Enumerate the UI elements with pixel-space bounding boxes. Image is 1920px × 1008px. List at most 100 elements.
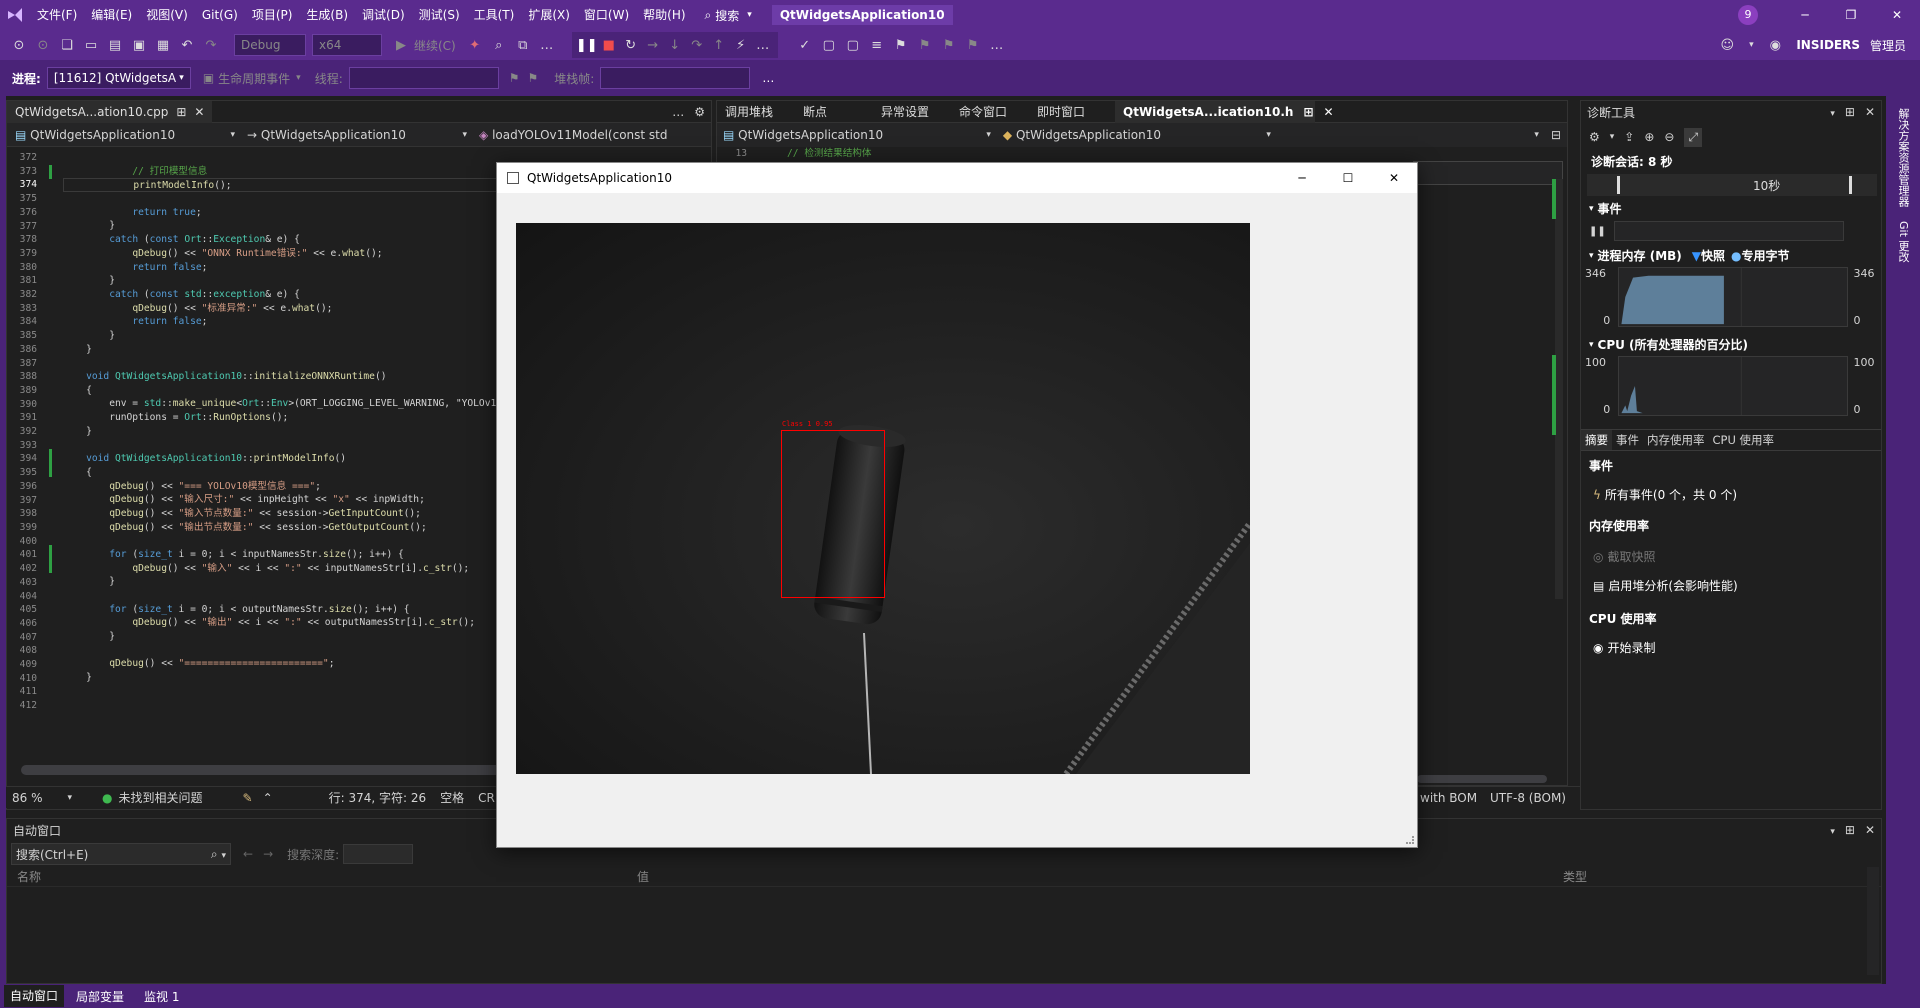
resize-grip[interactable] xyxy=(1406,836,1414,844)
tab-cpp-file[interactable]: QtWidgetsA...ation10.cpp ⊞ ✕ xyxy=(7,100,213,123)
menu-item[interactable]: 文件(F) xyxy=(30,0,84,30)
pin-icon[interactable]: ⊞ xyxy=(176,101,186,123)
memory-header[interactable]: ▾ 进程内存 (MB) ▼ 快照 ● 专用字节 xyxy=(1581,241,1881,266)
autos-vscroll[interactable] xyxy=(1867,867,1879,975)
bottom-tab-watch[interactable]: 监视 1 xyxy=(136,988,187,1005)
minimize-icon[interactable]: ─ xyxy=(1782,8,1828,22)
chevron-up-icon[interactable]: ⌃ xyxy=(263,791,273,805)
forward-icon[interactable]: ⊙ xyxy=(32,34,54,56)
nav-project-dropdown[interactable]: ▤ QtWidgetsApplication10 ▾ xyxy=(11,128,239,142)
indent-icon[interactable]: ≡ xyxy=(866,34,888,56)
show-next-icon[interactable]: → xyxy=(642,34,664,56)
prev-bookmark-icon[interactable]: ⚑ xyxy=(914,34,936,56)
side-tab-solution-explorer[interactable]: 解决方案资源管理器 xyxy=(1895,108,1911,207)
notification-badge[interactable]: 9 xyxy=(1738,5,1758,25)
cpu-chart[interactable] xyxy=(1618,356,1848,416)
line-col-label[interactable]: 行: 374, 字符: 26 xyxy=(329,789,427,806)
chevron-down-icon[interactable]: ▾ xyxy=(1830,109,1835,119)
search-box[interactable]: ⌕ 搜索 ▾ xyxy=(699,4,758,26)
pin-icon[interactable]: ⊞ xyxy=(1845,823,1855,837)
step-out-icon[interactable]: ↑ xyxy=(708,34,730,56)
more-icon[interactable]: … xyxy=(672,105,684,119)
new-project-icon[interactable]: ❏ xyxy=(56,34,78,56)
more-3-icon[interactable]: … xyxy=(986,34,1008,56)
menu-item[interactable]: 编辑(E) xyxy=(84,0,139,30)
gear-icon[interactable]: ⚙ xyxy=(1589,130,1600,144)
redo-icon[interactable]: ↷ xyxy=(200,34,222,56)
menu-item[interactable]: 帮助(H) xyxy=(636,0,692,30)
process-dropdown[interactable]: [11612] QtWidgetsA ▾ xyxy=(46,67,191,89)
right-nav-project-dropdown[interactable]: ▤ QtWidgetsApplication10 ▾ xyxy=(723,128,991,142)
vs-logo-icon[interactable] xyxy=(0,0,30,30)
right-tab[interactable]: 异常设置 xyxy=(873,101,951,123)
menu-item[interactable]: 窗口(W) xyxy=(577,0,636,30)
chevron-down-icon[interactable]: ▾ xyxy=(1830,827,1835,837)
stop-icon[interactable]: ■ xyxy=(598,34,620,56)
chevron-down-icon[interactable]: ▾ xyxy=(1610,132,1615,142)
cpu-header[interactable]: ▾ CPU (所有处理器的百分比) xyxy=(1581,328,1881,355)
right-tab[interactable]: 断点 xyxy=(795,101,873,123)
flag-icon[interactable]: ⚑ xyxy=(509,71,520,85)
uncomment-icon[interactable]: ▢ xyxy=(842,34,864,56)
memory-chart[interactable] xyxy=(1618,267,1848,327)
all-events-link[interactable]: ϟ 所有事件(0 个，共 0 个) xyxy=(1581,480,1881,509)
spell-icon[interactable]: ✓ xyxy=(794,34,816,56)
lifecycle-label[interactable]: 生命周期事件 xyxy=(218,70,290,87)
maximize-icon[interactable]: ☐ xyxy=(1325,171,1371,185)
bottom-tab-autos[interactable]: 自动窗口 xyxy=(4,985,65,1007)
right-nav-scope-dropdown[interactable]: ◆ QtWidgetsApplication10 ▾ xyxy=(1003,128,1271,142)
menu-item[interactable]: 工具(T) xyxy=(467,0,522,30)
autos-search-input[interactable]: 搜索(Ctrl+E) ⌕ ▾ xyxy=(11,843,231,865)
hot-reload-icon[interactable]: ✦ xyxy=(464,34,486,56)
pause-icon[interactable]: ❚❚ xyxy=(576,34,598,56)
menu-item[interactable]: 视图(V) xyxy=(139,0,195,30)
spaces-label[interactable]: 空格 xyxy=(440,789,464,806)
close-icon[interactable]: ✕ xyxy=(1874,8,1920,22)
more-icon[interactable]: … xyxy=(762,71,774,85)
heap-profiling-button[interactable]: ▤ 启用堆分析(会影响性能) xyxy=(1581,571,1881,600)
pause-icon[interactable]: ❚❚ xyxy=(1589,226,1606,237)
config-dropdown[interactable]: Debug xyxy=(234,34,306,56)
col-name[interactable]: 名称 xyxy=(17,868,41,885)
nav-scope-dropdown[interactable]: → QtWidgetsApplication10 ▾ xyxy=(243,128,471,142)
issues-label[interactable]: 未找到相关问题 xyxy=(118,789,202,806)
right-hscrollbar[interactable] xyxy=(1417,775,1547,783)
zoom-in-icon[interactable]: ⊕ xyxy=(1644,130,1654,144)
lifecycle-icon[interactable]: ▣ xyxy=(203,71,214,85)
close-icon[interactable]: ✕ xyxy=(194,101,204,123)
window-icon[interactable]: ⧉ xyxy=(512,34,534,56)
back-icon[interactable]: ⊙ xyxy=(8,34,30,56)
menu-item[interactable]: 测试(S) xyxy=(412,0,467,30)
comment-icon[interactable]: ▢ xyxy=(818,34,840,56)
diag-tab[interactable]: 内存使用率 xyxy=(1643,430,1709,450)
right-tab[interactable]: 命令窗口 xyxy=(951,101,1029,123)
step-into-icon[interactable]: ↓ xyxy=(664,34,686,56)
bottom-tab-locals[interactable]: 局部变量 xyxy=(64,988,136,1005)
restore-icon[interactable]: ❐ xyxy=(1828,8,1874,22)
menu-item[interactable]: Git(G) xyxy=(195,0,245,30)
start-record-button[interactable]: ◉ 开始录制 xyxy=(1581,633,1881,662)
events-header[interactable]: ▾ 事件 xyxy=(1581,196,1881,221)
more-icon[interactable]: … xyxy=(536,34,558,56)
open-icon[interactable]: ▤ xyxy=(104,34,126,56)
col-value[interactable]: 值 xyxy=(637,868,649,885)
save-all-icon[interactable]: ▦ xyxy=(152,34,174,56)
forward-icon[interactable]: → xyxy=(263,847,273,861)
right-nav-member-dropdown[interactable]: ▾ xyxy=(1283,130,1539,140)
find-icon[interactable]: ⌕ xyxy=(488,34,510,56)
right-tab[interactable]: 即时窗口 xyxy=(1029,101,1107,123)
next-bookmark-icon[interactable]: ⚑ xyxy=(938,34,960,56)
undo-icon[interactable]: ↶ xyxy=(176,34,198,56)
step-over-icon[interactable]: ↷ xyxy=(686,34,708,56)
play-icon[interactable]: ▶ xyxy=(390,34,412,56)
brush-icon[interactable]: ✎ xyxy=(243,791,253,805)
diag-tab[interactable]: 事件 xyxy=(1612,430,1643,450)
close-icon[interactable]: ✕ xyxy=(1865,105,1875,119)
zoom-dropdown[interactable]: 86 % ▾ xyxy=(6,791,78,805)
save-icon[interactable]: ▣ xyxy=(128,34,150,56)
zoom-out-icon[interactable]: ⊖ xyxy=(1664,130,1674,144)
menu-item[interactable]: 生成(B) xyxy=(299,0,355,30)
reset-zoom-icon[interactable]: ⤢ xyxy=(1684,127,1703,147)
back-icon[interactable]: ← xyxy=(243,847,253,861)
hot-reload-2-icon[interactable]: ⚡ xyxy=(730,34,752,56)
